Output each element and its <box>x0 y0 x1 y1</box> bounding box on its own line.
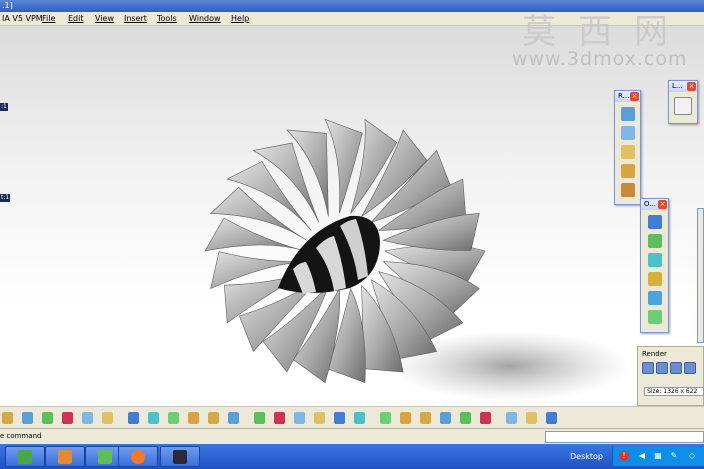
command-label: e command <box>0 432 42 440</box>
taskbar-app-2[interactable] <box>45 446 85 467</box>
toolbar-o[interactable]: O... × <box>640 198 669 333</box>
cut-icon[interactable] <box>42 412 53 424</box>
comment-icon[interactable] <box>102 412 113 424</box>
menu-file[interactable]: File <box>42 12 55 26</box>
input-icon[interactable]: ✎ <box>669 451 679 461</box>
window-title: .1] <box>2 1 13 10</box>
render-image-icon[interactable] <box>642 362 654 374</box>
menu-help[interactable]: Help <box>231 12 249 26</box>
graph-icon[interactable] <box>674 97 692 115</box>
surface-icon[interactable] <box>647 291 662 305</box>
toolbar-l[interactable]: L... × <box>668 80 698 124</box>
side-panel-fragment <box>697 208 704 343</box>
rotate-icon[interactable] <box>620 107 635 121</box>
menu-window[interactable]: Window <box>189 12 221 26</box>
rotate-icon[interactable] <box>188 412 199 424</box>
paste-icon[interactable] <box>62 412 73 424</box>
render-tools <box>638 361 703 375</box>
grid-view-icon[interactable] <box>546 412 557 424</box>
render-output-icon[interactable] <box>684 362 696 374</box>
taskbar: Desktop ! ◀ ▦ ✎ ◇ <box>0 444 704 469</box>
menu-edit[interactable]: Edit <box>68 12 84 26</box>
render-title: Render <box>642 350 667 358</box>
shading-icon[interactable] <box>314 412 325 424</box>
render-save-icon[interactable] <box>656 362 668 374</box>
fit-icon[interactable] <box>254 412 265 424</box>
fan-blade <box>204 217 306 252</box>
analysis-icon[interactable] <box>400 412 411 424</box>
status-bar: e command <box>0 428 704 444</box>
close-icon[interactable]: × <box>630 92 639 101</box>
redo-icon[interactable] <box>22 412 33 424</box>
pan-icon[interactable] <box>168 412 179 424</box>
render-panel[interactable]: Render Size: 1326 x 622 <box>637 346 704 406</box>
grid-icon[interactable] <box>128 412 139 424</box>
zoom-in-icon[interactable] <box>208 412 219 424</box>
close-icon[interactable]: × <box>658 200 667 209</box>
command-input[interactable] <box>545 431 704 443</box>
render-size: Size: 1326 x 622 <box>644 387 704 396</box>
alert-icon[interactable]: ! <box>619 451 629 461</box>
measure-icon[interactable] <box>380 412 391 424</box>
desktop-label[interactable]: Desktop <box>570 452 603 461</box>
taskbar-app-catia[interactable] <box>5 446 45 467</box>
toolbar-r-caption: R... × <box>615 91 640 102</box>
network-icon[interactable]: ▦ <box>653 451 663 461</box>
environment-icon[interactable] <box>620 164 635 178</box>
light-icon[interactable] <box>460 412 471 424</box>
3d-viewport[interactable]: :1 t:1 <box>0 26 704 406</box>
view-front-icon[interactable] <box>274 412 285 424</box>
swap-icon[interactable] <box>354 412 365 424</box>
compass-icon[interactable] <box>420 412 431 424</box>
watermark-chinese: 莫西网 <box>522 12 690 52</box>
zoom-out-icon[interactable] <box>228 412 239 424</box>
toolbar-o-title: O... <box>644 200 656 208</box>
nose-cone <box>278 215 380 294</box>
menu-tools[interactable]: Tools <box>157 12 177 26</box>
tray-icon[interactable]: ◇ <box>687 451 697 461</box>
bottom-toolbar <box>0 406 704 428</box>
turbofan-model[interactable] <box>0 26 704 406</box>
formula-icon[interactable] <box>82 412 93 424</box>
arc-icon[interactable] <box>647 253 662 267</box>
menu-view[interactable]: View <box>95 12 114 26</box>
system-tray: ! ◀ ▦ ✎ ◇ <box>612 447 704 466</box>
sound-icon[interactable]: ◀ <box>637 451 647 461</box>
toolbar-l-title: L... <box>672 82 683 90</box>
camera-icon[interactable] <box>480 412 491 424</box>
render-icon[interactable] <box>440 412 451 424</box>
watermark-url: www.3dmox.com <box>512 48 688 70</box>
manipulate-icon[interactable] <box>620 126 635 140</box>
spline-icon[interactable] <box>647 272 662 286</box>
toolbar-r[interactable]: R... × <box>614 90 641 205</box>
toolbar-r-title: R... <box>618 92 630 100</box>
curve-icon[interactable] <box>647 234 662 248</box>
toolbar-o-caption: O... × <box>641 199 668 210</box>
refresh-icon[interactable] <box>506 412 517 424</box>
taskbar-app-5[interactable] <box>160 446 200 467</box>
spin-icon[interactable] <box>526 412 537 424</box>
sweep-icon[interactable] <box>647 310 662 324</box>
snap-icon[interactable] <box>148 412 159 424</box>
close-icon[interactable]: × <box>687 82 696 91</box>
app-title: IA V5 VPM <box>2 14 43 23</box>
taskbar-firefox[interactable] <box>118 446 158 467</box>
toolbar-l-caption: L... × <box>669 81 697 92</box>
light-icon[interactable] <box>620 145 635 159</box>
hide-icon[interactable] <box>334 412 345 424</box>
menu-insert[interactable]: Insert <box>124 12 147 26</box>
render-settings-icon[interactable] <box>670 362 682 374</box>
undo-icon[interactable] <box>2 412 13 424</box>
camera-icon[interactable] <box>620 183 635 197</box>
view-iso-icon[interactable] <box>294 412 305 424</box>
grid-icon[interactable] <box>647 215 662 229</box>
